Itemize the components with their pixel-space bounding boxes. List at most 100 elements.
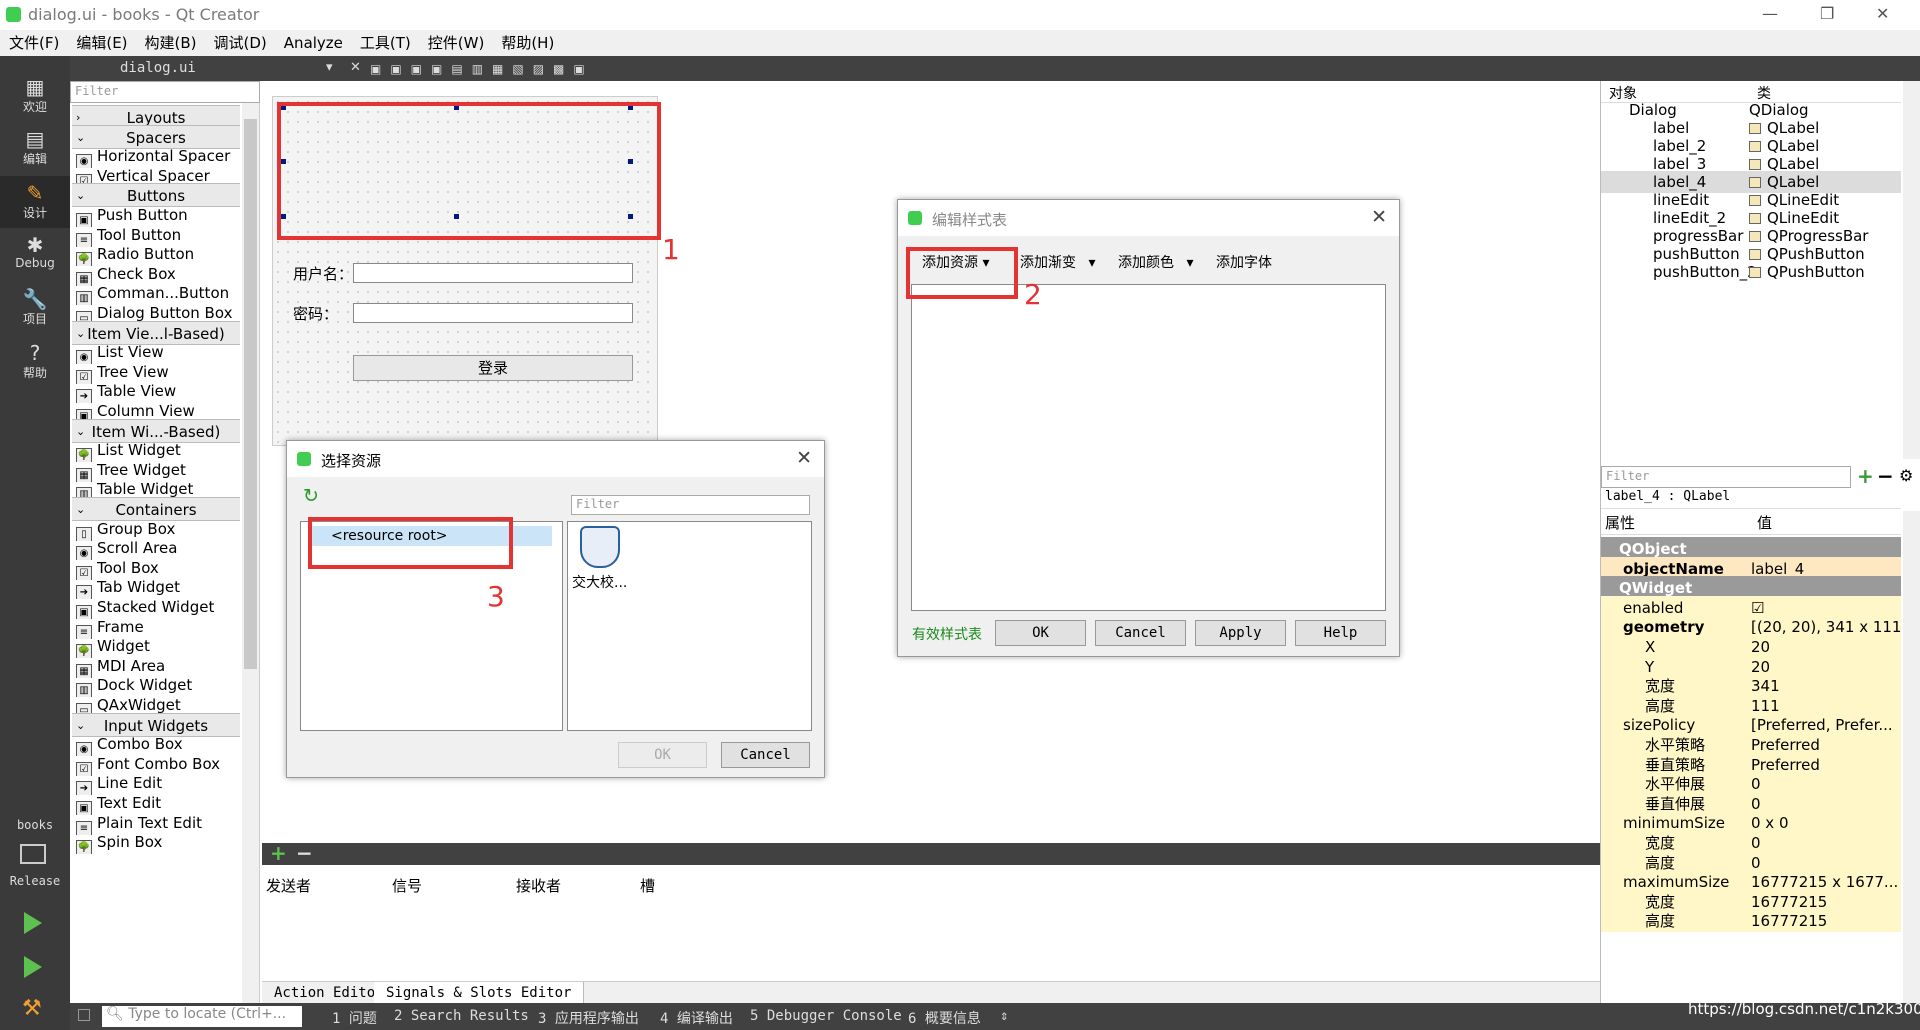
add-connection-icon[interactable]: + <box>270 841 287 865</box>
help-button[interactable]: Help <box>1295 620 1386 646</box>
property-value[interactable]: 16777215 <box>1751 909 1901 932</box>
file-dropdown-icon[interactable]: ▾ <box>326 60 333 75</box>
kit-build: Release <box>9 874 61 888</box>
close-icon[interactable]: ✕ <box>796 447 812 469</box>
editor-tabs: Action Editor Signals & Slots Editor <box>262 981 1600 1004</box>
maximize-button[interactable]: ❐ <box>1820 4 1834 23</box>
password-input[interactable] <box>353 303 633 323</box>
widget-label: Frame <box>97 617 144 636</box>
sidebar-toggle-icon[interactable] <box>78 1009 90 1021</box>
output-tab-issues[interactable]: 1 问题 <box>332 1008 377 1028</box>
widget-label: Dock Widget <box>97 676 193 695</box>
window-title: dialog.ui - books - Qt Creator <box>28 5 260 24</box>
property-filter-input[interactable]: Filter <box>1601 466 1851 488</box>
output-tab-compile[interactable]: 4 编译输出 <box>660 1008 733 1028</box>
close-icon[interactable]: ✕ <box>1371 206 1387 228</box>
output-tab-general[interactable]: 6 概要信息 <box>908 1008 981 1028</box>
annotation-label-3: 3 <box>487 580 505 613</box>
open-file-name[interactable]: dialog.ui <box>120 60 196 76</box>
mode-projects[interactable]: 🔧 项目 <box>0 282 70 334</box>
layout-tools-icon[interactable]: ▣▣▣▣▤▥▦▧▨▩▣ <box>370 62 594 76</box>
add-font-button[interactable]: 添加字体 <box>1216 252 1272 272</box>
resource-file-name[interactable]: 交大校... <box>572 572 627 592</box>
menu-analyze[interactable]: Analyze <box>284 30 343 56</box>
monitor-icon[interactable] <box>20 844 46 864</box>
menu-build[interactable]: 构建(B) <box>145 30 197 56</box>
mode-welcome[interactable]: ▦ 欢迎 <box>0 70 70 122</box>
add-property-icon[interactable]: + <box>1857 464 1874 488</box>
annotation-label-1: 1 <box>662 233 680 266</box>
university-logo-icon[interactable] <box>580 526 620 568</box>
widget-filter-input[interactable]: Filter <box>70 81 260 103</box>
close-button[interactable]: ✕ <box>1876 4 1889 23</box>
column-receiver: 接收者 <box>516 877 562 895</box>
output-tab-search[interactable]: 2 Search Results <box>394 1008 529 1024</box>
class-icon <box>1749 195 1761 206</box>
widget-box-scrollbar[interactable] <box>242 103 259 1003</box>
resource-filter-input[interactable]: Filter <box>571 495 810 515</box>
remove-property-icon[interactable]: − <box>1877 464 1894 488</box>
column-value: 值 <box>1757 514 1773 532</box>
scroll-thumb[interactable] <box>244 119 257 669</box>
widget-label: Scroll Area <box>97 539 178 558</box>
ok-button[interactable]: OK <box>995 620 1086 646</box>
property-row[interactable]: 高度 16777215 <box>1601 909 1901 934</box>
class-icon <box>1749 123 1761 134</box>
minimize-button[interactable]: — <box>1762 4 1778 23</box>
login-button[interactable]: 登录 <box>353 355 633 381</box>
widget-label: Tool Button <box>97 225 182 244</box>
object-row[interactable]: pushButton_2 QPushButton <box>1601 261 1901 283</box>
add-color-button[interactable]: 添加颜色 ▾ <box>1118 252 1193 272</box>
dialog-title: 选择资源 <box>321 452 382 470</box>
menu-tools[interactable]: 工具(T) <box>360 30 411 56</box>
output-tab-app-output[interactable]: 3 应用程序输出 <box>538 1008 639 1028</box>
apply-button[interactable]: Apply <box>1195 620 1286 646</box>
reload-icon[interactable]: ↻ <box>303 485 319 507</box>
widget-label: Tree Widget <box>97 460 186 479</box>
menu-file[interactable]: 文件(F) <box>9 30 59 56</box>
widget-label: Table Widget <box>97 480 194 499</box>
mode-debug[interactable]: ✱ Debug <box>0 228 70 280</box>
cancel-button[interactable]: Cancel <box>721 742 810 768</box>
build-hammer-icon[interactable]: ⚒ <box>22 996 42 1021</box>
wrench-icon: 🔧 <box>22 287 48 311</box>
widget-label: Tree View <box>97 362 169 381</box>
qt-logo-icon <box>297 452 311 466</box>
configure-icon[interactable]: ⚙ <box>1899 466 1913 485</box>
mode-help[interactable]: ? 帮助 <box>0 336 70 388</box>
menu-edit[interactable]: 编辑(E) <box>76 30 127 56</box>
debug-run-icon[interactable] <box>24 956 42 978</box>
dialog-title: 编辑样式表 <box>932 211 1008 229</box>
mode-edit[interactable]: ▤ 编辑 <box>0 122 70 174</box>
menu-widgets[interactable]: 控件(W) <box>428 30 485 56</box>
locator-input[interactable]: 🔍︎ Type to locate (Ctrl+... <box>102 1006 302 1027</box>
widget-item[interactable]: 🌳 Spin Box <box>72 830 240 855</box>
close-file-icon[interactable]: ✕ <box>350 60 361 75</box>
widget-label: Stacked Widget <box>97 598 215 616</box>
cancel-button[interactable]: Cancel <box>1095 620 1186 646</box>
widget-label: Check Box <box>97 264 176 283</box>
ok-button[interactable]: OK <box>618 742 707 768</box>
property-scrollbar[interactable] <box>1903 511 1920 1003</box>
pencil-icon: ✎ <box>26 181 44 205</box>
widget-label: Push Button <box>97 206 188 224</box>
menu-debug[interactable]: 调试(D) <box>214 30 267 56</box>
menu-bar: 文件(F) 编辑(E) 构建(B) 调试(D) Analyze 工具(T) 控件(W) 帮助(… <box>0 30 1920 56</box>
username-input[interactable] <box>353 263 633 283</box>
widget-label: Spin Box <box>97 833 163 852</box>
run-icon[interactable] <box>24 912 42 934</box>
object-scrollbar[interactable] <box>1903 81 1920 459</box>
column-slot: 槽 <box>640 877 656 895</box>
output-arrows-icon[interactable]: ⇕ <box>1000 1008 1008 1024</box>
stylesheet-text-editor[interactable] <box>911 284 1386 611</box>
tab-signals-slots-editor[interactable]: Signals & Slots Editor <box>374 982 585 1004</box>
mode-design[interactable]: ✎ 设计 <box>0 176 70 228</box>
widget-label: Tool Box <box>97 558 159 577</box>
class-icon <box>1749 177 1761 188</box>
output-tab-debugger[interactable]: 5 Debugger Console <box>750 1008 902 1024</box>
resource-file-list: 交大校... <box>567 521 812 731</box>
add-gradient-button[interactable]: 添加渐变 ▾ <box>1020 252 1095 272</box>
menu-help[interactable]: 帮助(H) <box>501 30 554 56</box>
remove-connection-icon[interactable]: − <box>296 841 313 865</box>
widget-label: Tab Widget <box>97 578 180 597</box>
